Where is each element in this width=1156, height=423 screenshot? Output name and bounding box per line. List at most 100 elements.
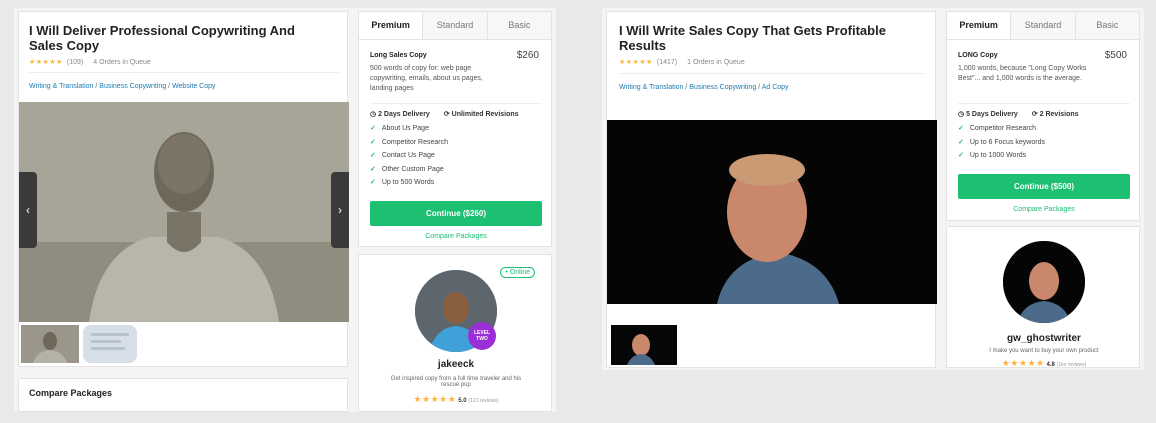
refresh-icon: ⟳ xyxy=(1031,111,1040,118)
level-two-badge: LEVEL TWO xyxy=(468,322,496,350)
continue-button[interactable]: Continue ($500) xyxy=(958,174,1130,199)
gig-overview: I Will Write Sales Copy That Gets Profit… xyxy=(606,11,937,368)
revisions-count: 2 Revisions xyxy=(1039,111,1079,118)
breadcrumb-item[interactable]: Writing & Translation xyxy=(619,84,683,91)
seller-card: gw_ghostwriter I make you want to buy yo… xyxy=(946,226,1140,368)
feature-label: Other Custom Page xyxy=(381,165,444,173)
feature-item: ✓ Up to 500 Words xyxy=(370,176,448,190)
delivery-info: ◷ 2 Days Delivery xyxy=(370,110,430,118)
breadcrumb: Writing & Translation / Business Copywri… xyxy=(619,84,789,91)
feature-item: ✓ Up to 6 Focus keywords xyxy=(958,136,1045,150)
package-tabs: Premium Standard Basic xyxy=(359,12,551,40)
package-card: Premium Standard Basic Long Sales Copy $… xyxy=(358,11,552,247)
revisions-info: ⟳ 2 Revisions xyxy=(1032,110,1079,118)
revisions-count: Unlimited Revisions xyxy=(451,111,519,118)
tab-standard[interactable]: Standard xyxy=(422,12,487,39)
package-name: Long Sales Copy xyxy=(370,52,427,59)
feature-list: ✓ Competitor Research ✓ Up to 6 Focus keyw… xyxy=(958,122,1045,163)
seller-username[interactable]: gw_ghostwriter xyxy=(947,333,1141,344)
divider xyxy=(619,73,925,74)
seller-card: • Online LEVEL TWO jakeeck Get inspired … xyxy=(358,254,552,412)
tab-basic[interactable]: Basic xyxy=(1074,12,1139,39)
seller-photo xyxy=(1003,241,1085,323)
divider xyxy=(370,103,542,104)
gallery-thumbnail[interactable] xyxy=(83,325,137,363)
star-rating: ★★★★★ xyxy=(619,59,653,66)
avatar[interactable] xyxy=(1003,241,1085,323)
star-rating: ★★★★★ xyxy=(29,59,63,66)
clock-icon: ◷ xyxy=(370,111,379,118)
breadcrumb-item[interactable]: Writing & Translation xyxy=(29,83,93,90)
tab-basic[interactable]: Basic xyxy=(486,12,551,39)
check-icon: ✓ xyxy=(370,179,376,186)
seller-tagline: Get inspired copy from a full time trave… xyxy=(390,376,522,388)
orders-in-queue: 1 Orders in Queue xyxy=(687,58,745,66)
rating-value: 4.8 xyxy=(1046,362,1055,368)
prev-image-button[interactable]: ‹ xyxy=(19,172,37,248)
gig-title: I Will Deliver Professional Copywriting … xyxy=(29,23,295,53)
breadcrumb-item[interactable]: Business Copywriting xyxy=(689,84,756,91)
review-count[interactable]: (121 reviews) xyxy=(469,398,499,404)
package-description: 500 words of copy for: web page copywrit… xyxy=(370,65,483,92)
delivery-info: ◷ 5 Days Delivery xyxy=(958,110,1018,118)
review-count[interactable]: (1ks reviews) xyxy=(1057,362,1086,368)
tab-standard[interactable]: Standard xyxy=(1010,12,1075,39)
compare-packages-heading: Compare Packages xyxy=(29,388,113,398)
tab-premium[interactable]: Premium xyxy=(947,12,1011,39)
star-rating: ★★★★★ xyxy=(1001,358,1045,368)
delivery-row: ◷ 5 Days Delivery ⟳ 2 Revisions xyxy=(958,110,1079,118)
feature-item: ✓ Contact Us Page xyxy=(370,149,448,163)
breadcrumb-item[interactable]: Ad Copy xyxy=(762,84,789,91)
gallery-thumbnail[interactable] xyxy=(21,325,79,363)
feature-label: About Us Page xyxy=(381,125,429,132)
feature-item: ✓ About Us Page xyxy=(370,122,448,136)
man-thumbnail-photo xyxy=(611,325,677,365)
revisions-info: ⟳ Unlimited Revisions xyxy=(444,110,519,118)
left-screenshot: I Will Deliver Professional Copywriting … xyxy=(14,8,556,412)
delivery-time: 5 Days Delivery xyxy=(966,111,1018,118)
gig-main-image[interactable] xyxy=(19,102,349,322)
divider xyxy=(29,72,339,73)
breadcrumb-item[interactable]: Business Copywriting xyxy=(99,83,166,90)
level-value: TWO xyxy=(476,336,488,342)
gallery-thumbnail[interactable] xyxy=(611,325,677,365)
compare-packages-section: Compare Packages xyxy=(18,378,348,412)
package-tabs: Premium Standard Basic xyxy=(947,12,1139,40)
breadcrumb-item[interactable]: Website Copy xyxy=(172,83,215,90)
rating-row: ★★★★★ (109) 4 Orders in Queue xyxy=(29,58,151,67)
check-icon: ✓ xyxy=(370,165,376,173)
divider xyxy=(958,103,1130,104)
rating-value: 5.0 xyxy=(458,398,467,404)
refresh-icon: ⟳ xyxy=(443,111,452,118)
seller-tagline: I make you want to buy your own product xyxy=(989,348,1099,354)
next-image-button[interactable]: › xyxy=(331,172,349,248)
feature-list: ✓ About Us Page ✓ Competitor Research ✓ Con… xyxy=(370,122,448,190)
compare-packages-link[interactable]: Compare Packages xyxy=(958,206,1130,213)
tab-premium[interactable]: Premium xyxy=(359,12,423,39)
man-thumbnail-photo xyxy=(21,325,79,363)
package-card: Premium Standard Basic LONG Copy $500 1,… xyxy=(946,11,1140,221)
check-icon: ✓ xyxy=(370,138,376,146)
feature-label: Up to 6 Focus keywords xyxy=(969,138,1045,146)
feature-label: Up to 500 Words xyxy=(381,179,435,186)
continue-button[interactable]: Continue ($260) xyxy=(370,201,542,226)
package-price: $500 xyxy=(1104,50,1127,61)
chevron-left-icon: ‹ xyxy=(26,203,30,217)
seller-username[interactable]: jakeeck xyxy=(359,359,553,370)
seller-rating: ★★★★★ 4.8 (1ks reviews) xyxy=(947,358,1141,369)
gig-main-image[interactable] xyxy=(607,120,937,304)
package-description: 1,000 words, because "Long Copy Works Be… xyxy=(958,65,1087,82)
clock-icon: ◷ xyxy=(958,111,967,118)
compare-packages-link[interactable]: Compare Packages xyxy=(370,233,542,240)
man-selfie-photo xyxy=(607,120,937,304)
package-price: $260 xyxy=(516,50,539,61)
rating-row: ★★★★★ (1417) 1 Orders in Queue xyxy=(619,58,745,67)
document-thumbnail-image xyxy=(83,325,137,363)
gig-overview: I Will Deliver Professional Copywriting … xyxy=(18,11,349,367)
feature-item: ✓ Other Custom Page xyxy=(370,163,448,177)
rating-count[interactable]: (109) xyxy=(67,59,83,66)
check-icon: ✓ xyxy=(370,152,376,159)
delivery-row: ◷ 2 Days Delivery ⟳ Unlimited Revisions xyxy=(370,110,519,118)
feature-label: Competitor Research xyxy=(969,125,1037,132)
rating-count[interactable]: (1417) xyxy=(657,59,677,66)
